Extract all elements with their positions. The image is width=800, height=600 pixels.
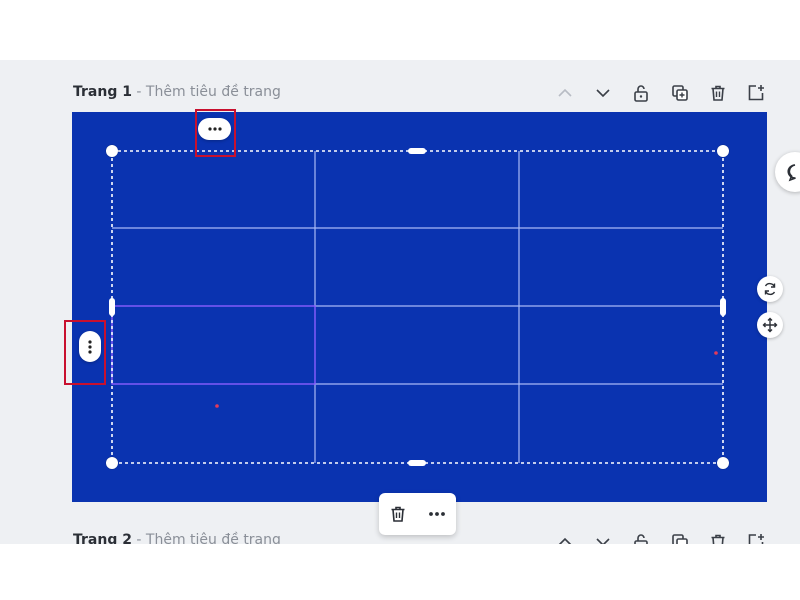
page-1-toolbar	[553, 79, 768, 107]
add-page-icon[interactable]	[744, 81, 768, 105]
table-grid	[111, 151, 723, 463]
comment-icon	[787, 164, 796, 182]
chevron-up-icon[interactable]	[553, 81, 577, 105]
rotate-icon	[764, 282, 776, 296]
cursor-dot	[714, 351, 718, 355]
page-name: Trang 1	[73, 84, 132, 100]
element-floating-toolbar	[379, 493, 456, 535]
page-subtitle[interactable]: Thêm tiêu đề trang	[146, 84, 281, 100]
move-icon	[762, 317, 778, 333]
resize-handle-right[interactable]	[720, 298, 726, 316]
design-canvas[interactable]	[72, 112, 767, 502]
page-1-title[interactable]: Trang 1 - Thêm tiêu đề trang	[73, 84, 281, 100]
more-icon[interactable]	[425, 502, 449, 526]
trash-icon[interactable]	[706, 81, 730, 105]
move-button[interactable]	[757, 312, 783, 338]
resize-handle-top-right[interactable]	[717, 145, 729, 157]
duplicate-icon[interactable]	[668, 81, 692, 105]
highlight-box-column-options	[195, 109, 236, 157]
resize-handle-bottom-left[interactable]	[106, 457, 118, 469]
bottom-margin	[0, 544, 800, 600]
resize-handle-top-left[interactable]	[106, 145, 118, 157]
table-element[interactable]	[72, 112, 767, 502]
selected-cell[interactable]	[111, 305, 316, 385]
chevron-down-icon[interactable]	[591, 81, 615, 105]
highlight-box-row-options	[64, 320, 106, 385]
resize-handle-left[interactable]	[109, 298, 115, 316]
rotate-button[interactable]	[757, 276, 783, 302]
page-separator: -	[131, 84, 146, 100]
cursor-dot	[215, 404, 219, 408]
resize-handle-top[interactable]	[408, 148, 426, 154]
resize-handle-bottom-right[interactable]	[717, 457, 729, 469]
unlock-icon[interactable]	[629, 81, 653, 105]
trash-icon[interactable]	[386, 502, 410, 526]
resize-handle-bottom[interactable]	[408, 460, 426, 466]
selection-outline	[111, 150, 724, 464]
